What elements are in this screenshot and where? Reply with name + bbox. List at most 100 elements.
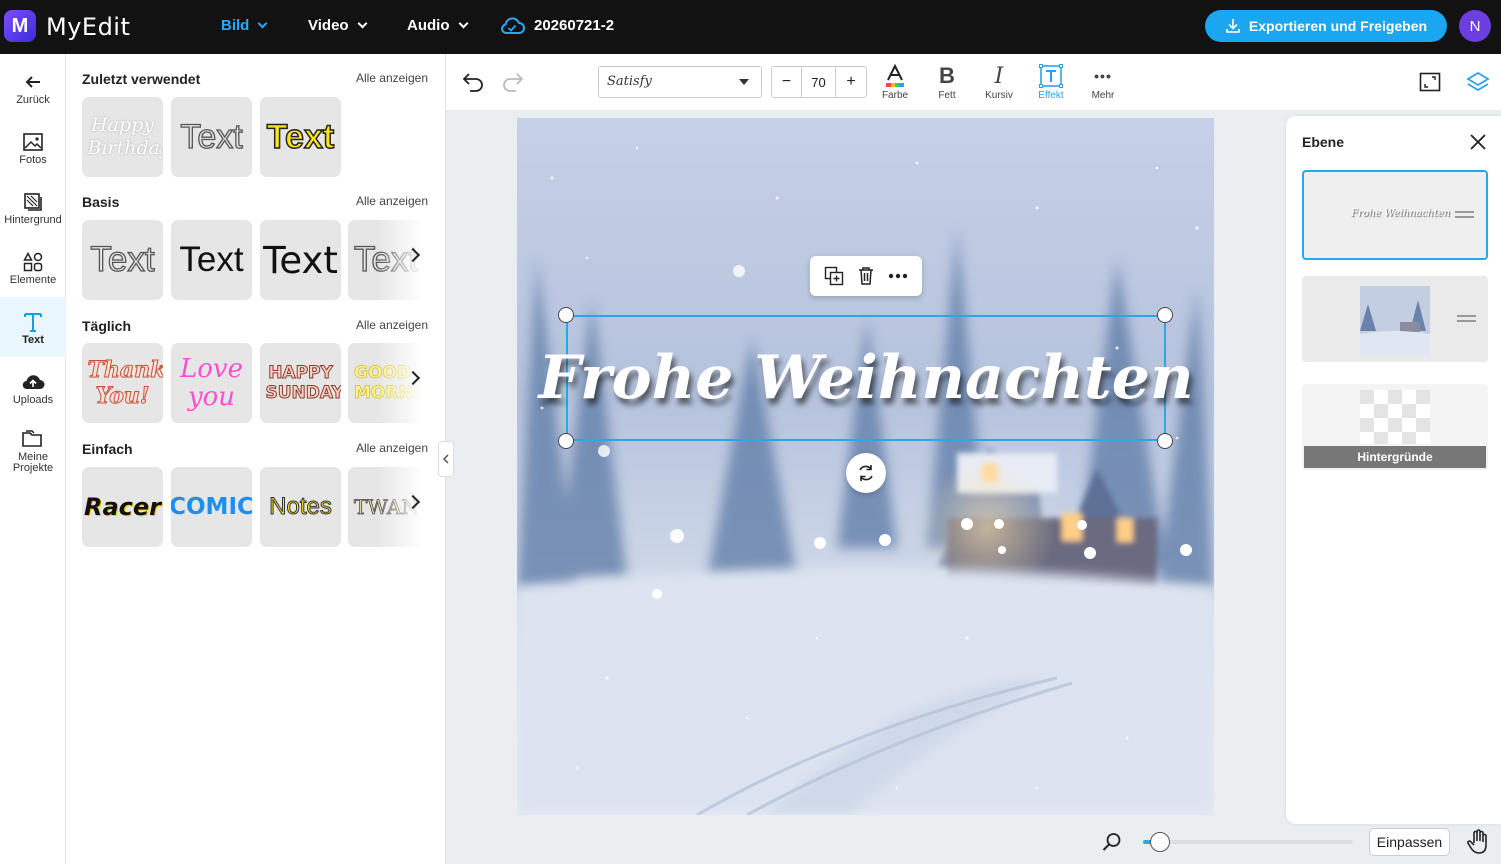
text-style-tile[interactable]: Text (82, 220, 163, 300)
size-increase-button[interactable]: + (836, 67, 866, 97)
text-style-tile[interactable]: Text (171, 97, 252, 177)
nav-audio-menu[interactable]: Audio (407, 17, 468, 34)
redo-icon[interactable] (501, 71, 525, 93)
zoom-slider[interactable] (1143, 832, 1353, 852)
rail-back[interactable]: Zurück (0, 57, 66, 117)
shapes-icon (23, 251, 43, 271)
nav-bild-menu[interactable]: Bild (221, 17, 268, 34)
text-style-tile[interactable]: Thank You! (82, 343, 163, 423)
canvas-text[interactable]: Frohe Weihnachten (538, 343, 1193, 413)
tile-label: Text (353, 239, 419, 279)
italic-icon: I (994, 63, 1004, 89)
project-name[interactable]: 20260721-2 (534, 17, 614, 34)
download-icon (1226, 19, 1240, 33)
text-style-tile[interactable]: Text (171, 220, 252, 300)
more-tool[interactable]: ••• Mehr (1078, 62, 1128, 106)
rail-background[interactable]: Hintergrund (0, 177, 66, 237)
tile-label: HAPPY SUNDAY (265, 363, 341, 404)
hand-pan-icon[interactable] (1466, 829, 1490, 855)
trash-icon[interactable] (857, 266, 875, 286)
element-action-menu (810, 256, 922, 296)
effect-tool[interactable]: Effekt (1026, 62, 1076, 106)
fit-button[interactable]: Einpassen (1369, 828, 1450, 856)
tile-label: Racer (83, 493, 161, 521)
more-dots-icon[interactable] (888, 273, 908, 279)
text-style-tile[interactable]: Love you (171, 343, 252, 423)
font-family-value: Satisfy (607, 74, 652, 89)
nav-video-menu[interactable]: Video (308, 17, 368, 34)
show-all-basic-link[interactable]: Alle anzeigen (356, 194, 428, 208)
cloud-sync-icon[interactable] (499, 15, 525, 37)
layer-panel-title: Ebene (1302, 134, 1345, 150)
text-style-tile[interactable]: HAPPY SUNDAY (260, 343, 341, 423)
rail-text[interactable]: Text (0, 297, 66, 357)
drag-handle-icon[interactable] (1455, 211, 1474, 218)
duplicate-icon[interactable] (824, 266, 844, 286)
resize-handle-top-right[interactable] (1157, 307, 1173, 323)
upload-cloud-icon (22, 374, 45, 389)
text-style-tile[interactable]: Text (348, 220, 422, 300)
text-style-tile[interactable]: TWANG (348, 467, 422, 547)
effect-tool-label: Effekt (1038, 90, 1064, 101)
section-title-recent: Zuletzt verwendet (82, 71, 201, 87)
resize-canvas-icon[interactable] (1419, 72, 1441, 92)
rail-elements-label: Elemente (9, 273, 57, 286)
rail-elements[interactable]: Elemente (0, 237, 66, 297)
show-all-simple-link[interactable]: Alle anzeigen (356, 441, 428, 455)
layer-item-image[interactable] (1302, 276, 1488, 362)
app-name: MyEdit (46, 13, 131, 41)
bold-tool[interactable]: B Fett (922, 62, 972, 106)
resize-handle-bottom-right[interactable] (1157, 433, 1173, 449)
text-style-tile[interactable]: Notes (260, 467, 341, 547)
chevron-down-icon (458, 18, 468, 28)
font-family-select[interactable]: Satisfy (598, 66, 762, 98)
resize-handle-bottom-left[interactable] (558, 433, 574, 449)
zoom-slider-knob[interactable] (1149, 832, 1170, 852)
text-style-tile[interactable]: Text (260, 220, 341, 300)
color-tool[interactable]: Farbe (870, 62, 920, 106)
chevron-right-icon[interactable] (405, 247, 421, 263)
folder-icon (22, 430, 42, 447)
text-style-tile[interactable]: GOOD MORNING (348, 343, 422, 423)
export-share-button[interactable]: Exportieren und Freigeben (1205, 10, 1447, 42)
layer-image-thumbnail (1360, 286, 1430, 356)
layers-icon[interactable] (1466, 71, 1490, 93)
layer-item-background[interactable]: Hintergründe (1302, 384, 1488, 470)
layer-background-label: Hintergründe (1304, 446, 1486, 468)
chevron-right-icon[interactable] (405, 494, 421, 510)
nav-audio-label: Audio (407, 17, 450, 34)
section-title-daily: Täglich (82, 318, 132, 334)
text-toolbar: Satisfy − 70 + Farbe B Fett I Kursiv Eff… (446, 54, 1501, 111)
collapse-panel-button[interactable] (438, 441, 454, 477)
rotate-handle[interactable] (846, 453, 886, 493)
italic-tool-label: Kursiv (985, 90, 1013, 101)
close-icon[interactable] (1469, 133, 1487, 151)
layer-text-preview: Frohe Weihnachten (1351, 208, 1451, 219)
show-all-daily-link[interactable]: Alle anzeigen (356, 318, 428, 332)
selected-text-box[interactable]: Frohe Weihnachten (538, 315, 1194, 441)
drag-handle-icon[interactable] (1457, 315, 1476, 322)
italic-tool[interactable]: I Kursiv (974, 62, 1024, 106)
nav-bild-label: Bild (221, 17, 250, 34)
resize-handle-top-left[interactable] (558, 307, 574, 323)
back-arrow-icon (25, 75, 40, 88)
text-style-tile[interactable]: COMIC (171, 467, 252, 547)
user-avatar[interactable]: N (1459, 10, 1491, 42)
rail-text-label: Text (22, 333, 44, 346)
font-size-input[interactable]: 70 (802, 67, 836, 97)
app-logo[interactable]: M (4, 10, 36, 42)
text-style-tile[interactable]: Racer (82, 467, 163, 547)
text-style-tile[interactable]: Text (260, 97, 341, 177)
more-tool-label: Mehr (1091, 90, 1115, 101)
undo-icon[interactable] (461, 71, 485, 93)
zoom-search-icon[interactable] (1102, 832, 1122, 852)
show-all-recent-link[interactable]: Alle anzeigen (356, 71, 428, 85)
design-canvas[interactable]: Frohe Weihnachten (517, 118, 1214, 815)
rail-my-projects[interactable]: Meine Projekte (0, 417, 66, 483)
rail-photos[interactable]: Fotos (0, 117, 66, 177)
rail-uploads[interactable]: Uploads (0, 357, 66, 417)
size-decrease-button[interactable]: − (772, 67, 802, 97)
text-style-tile[interactable]: Happy Birthday (82, 97, 163, 177)
chevron-right-icon[interactable] (405, 370, 421, 386)
layer-item-text[interactable]: Frohe Weihnachten (1302, 170, 1488, 260)
